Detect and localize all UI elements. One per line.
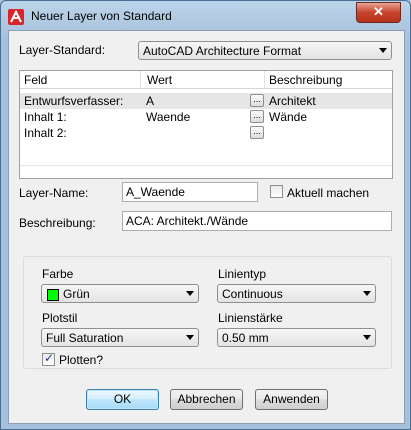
title-bar[interactable]: Neuer Layer von Standard ✕ [1,1,410,31]
column-divider [140,71,141,88]
plotstil-value: Full Saturation [46,331,124,345]
grid-cell-beschreibung: Wände [269,110,308,124]
linienstaerke-value: 0.50 mm [222,331,269,345]
linientyp-label: Linientyp [218,267,267,281]
abbrechen-button[interactable]: Abbrechen [170,389,243,410]
anwenden-button[interactable]: Anwenden [255,389,328,410]
linienstaerke-label: Linienstärke [218,311,283,325]
linientyp-value: Continuous [222,287,283,301]
plotstil-dropdown[interactable]: Full Saturation [41,328,199,347]
layer-name-label: Layer-Name: [19,186,89,200]
farbe-dropdown[interactable]: Grün [41,284,199,303]
farbe-value: Grün [63,287,90,301]
chevron-down-icon [186,335,194,340]
grid-cell-feld: Inhalt 2: [24,126,67,140]
grid-row[interactable]: Entwurfsverfasser: A ... Architekt [20,93,392,109]
beschreibung-label: Beschreibung: [19,216,96,230]
close-button[interactable]: ✕ [356,2,401,23]
ellipsis-button[interactable]: ... [250,110,264,123]
chevron-down-icon [186,291,194,296]
chevron-down-icon [363,291,371,296]
close-icon: ✕ [373,4,384,19]
column-divider [264,71,265,88]
aktuell-machen-label[interactable]: Aktuell machen [287,186,369,200]
linientyp-dropdown[interactable]: Continuous [217,284,376,303]
beschreibung-input[interactable]: ACA: Architekt./Wände [122,211,392,231]
layer-name-value: A_Waende [126,185,185,199]
ellipsis-button[interactable]: ... [250,94,264,107]
grid-cell-feld: Inhalt 1: [24,110,67,124]
autocad-app-icon [8,9,24,25]
plotstil-label: Plotstil [42,311,78,325]
layer-standard-dropdown[interactable]: AutoCAD Architecture Format [138,41,392,60]
chevron-down-icon [379,48,387,53]
grid-cell-wert[interactable]: A [146,94,154,108]
beschreibung-value: ACA: Architekt./Wände [126,214,249,228]
layer-standard-label: Layer-Standard: [19,43,106,57]
column-header-feld[interactable]: Feld [24,73,47,87]
grid-cell-wert[interactable]: Waende [146,110,190,124]
aktuell-machen-checkbox[interactable] [270,185,283,198]
column-header-wert[interactable]: Wert [147,73,172,87]
plotten-label[interactable]: Plotten? [59,353,103,367]
ok-button[interactable]: OK [86,389,159,410]
plotten-checkbox[interactable] [42,351,55,366]
ellipsis-button[interactable]: ... [250,126,264,139]
color-swatch [47,289,59,301]
grid-row[interactable]: Inhalt 2: ... [20,125,392,141]
window-title: Neuer Layer von Standard [31,9,172,23]
grid-bottom-divider [20,165,392,166]
grid-header: Feld Wert Beschreibung [20,71,392,89]
layer-standard-value: AutoCAD Architecture Format [143,44,302,58]
layer-name-input[interactable]: A_Waende [122,182,258,202]
grid-cell-beschreibung: Architekt [269,94,316,108]
grid-cell-feld: Entwurfsverfasser: [24,94,124,108]
grid-row[interactable]: Inhalt 1: Waende ... Wände [20,109,392,125]
dialog-window: Neuer Layer von Standard ✕ Layer-Standar… [0,0,411,430]
chevron-down-icon [363,335,371,340]
linienstaerke-dropdown[interactable]: 0.50 mm [217,328,376,347]
farbe-label: Farbe [42,267,74,281]
properties-group: Farbe Grün Linientyp Continuous Plotstil… [23,256,392,369]
column-header-beschreibung[interactable]: Beschreibung [269,73,342,87]
dialog-body: Layer-Standard: AutoCAD Architecture For… [8,30,405,424]
property-grid: Feld Wert Beschreibung Entwurfsverfasser… [19,70,393,179]
